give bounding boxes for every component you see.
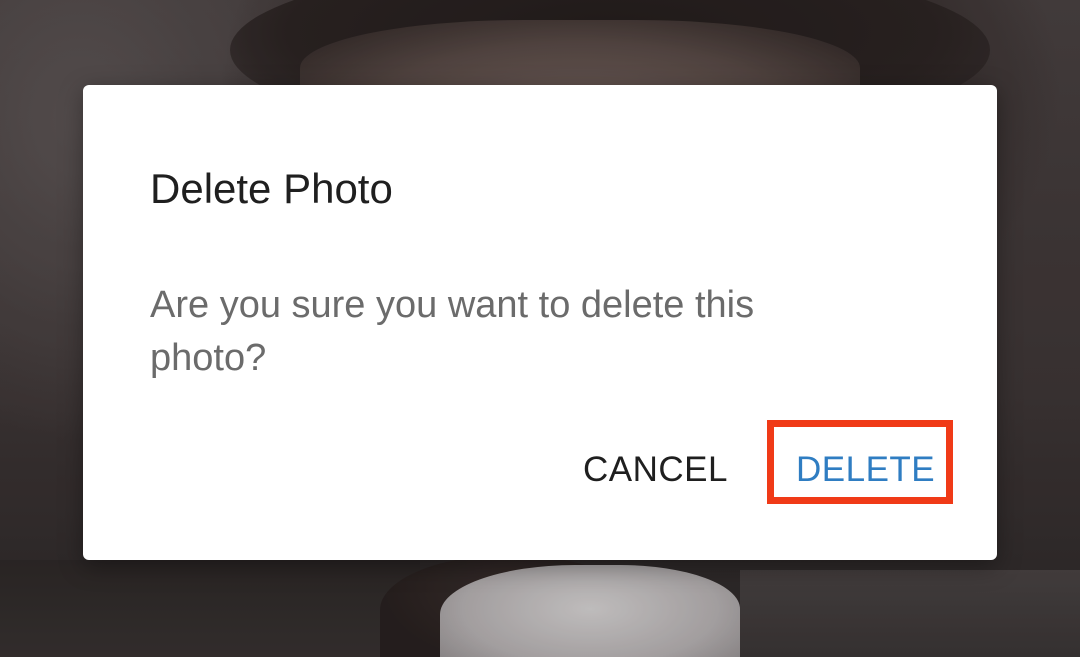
delete-photo-dialog: Delete Photo Are you sure you want to de… [83, 85, 997, 560]
dialog-message: Are you sure you want to delete this pho… [150, 284, 755, 379]
cancel-button[interactable]: CANCEL [583, 450, 728, 490]
dialog-actions: CANCEL DELETE [83, 420, 997, 516]
delete-button[interactable]: DELETE [796, 450, 935, 490]
dialog-title: Delete Photo [150, 165, 393, 212]
